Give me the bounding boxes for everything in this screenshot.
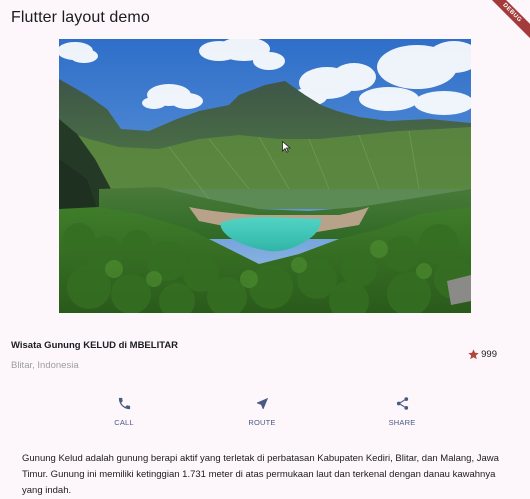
button-section: CALL ROUTE SHARE <box>0 394 530 434</box>
rating-count: 999 <box>481 349 497 360</box>
place-name: Wisata Gunung KELUD di MBELITAR <box>11 340 179 351</box>
navigation-icon <box>256 397 268 410</box>
share-button[interactable]: SHARE <box>372 394 432 427</box>
share-label: SHARE <box>388 418 416 427</box>
app-bar-title: Flutter layout demo <box>11 9 150 26</box>
share-icon <box>396 397 408 410</box>
phone-icon <box>118 397 130 410</box>
route-button[interactable]: ROUTE <box>232 394 292 427</box>
description-text: Gunung Kelud adalah gunung berapi aktif … <box>22 453 499 496</box>
rating: 999 <box>467 348 497 361</box>
star-icon <box>468 349 479 360</box>
call-button[interactable]: CALL <box>94 394 154 427</box>
place-location: Blitar, Indonesia <box>11 360 79 371</box>
title-section: Wisata Gunung KELUD di MBELITAR Blitar, … <box>11 337 511 377</box>
call-label: CALL <box>114 418 134 427</box>
app-bar: Flutter layout demo <box>0 0 530 38</box>
mouse-cursor-icon <box>282 141 291 153</box>
route-label: ROUTE <box>248 418 276 427</box>
hero-image <box>59 39 471 313</box>
